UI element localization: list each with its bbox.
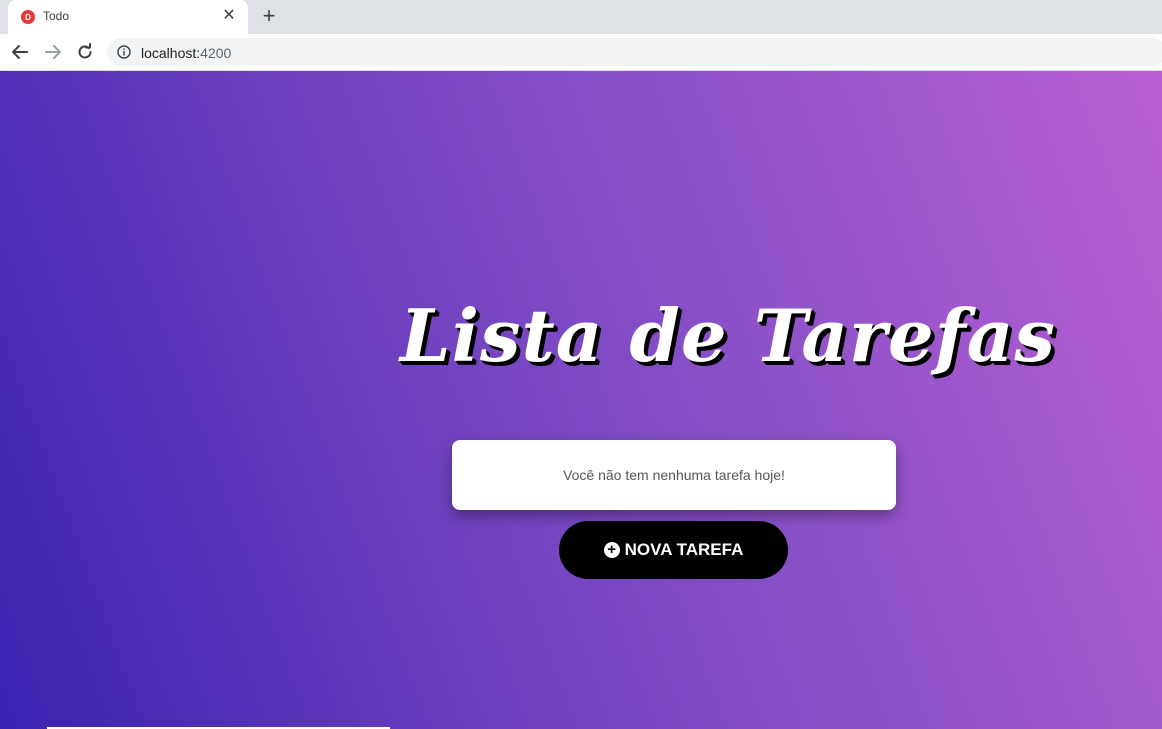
- tab-strip: D Todo ✕ +: [0, 0, 1162, 34]
- new-task-label: NOVA TAREFA: [624, 540, 744, 559]
- forward-button[interactable]: [41, 40, 65, 64]
- empty-message: Você não tem nenhuma tarefa hoje!: [563, 467, 785, 483]
- browser-toolbar: localhost:4200: [0, 34, 1162, 71]
- close-icon[interactable]: ✕: [220, 7, 238, 25]
- forward-arrow-icon: [45, 45, 61, 59]
- plus-circle-icon: +: [603, 542, 620, 558]
- tab-title: Todo: [43, 9, 70, 23]
- app-page: Lista de Tarefas Você não tem nenhuma ta…: [0, 71, 1162, 729]
- reload-button[interactable]: [73, 40, 97, 64]
- new-tab-button[interactable]: +: [258, 5, 280, 27]
- tab-todo[interactable]: D Todo ✕: [8, 0, 248, 34]
- new-task-button[interactable]: + NOVA TAREFA: [559, 521, 788, 579]
- address-bar[interactable]: localhost:4200: [107, 38, 1162, 66]
- reload-icon: [78, 43, 92, 59]
- url-port: 4200: [200, 45, 232, 61]
- page-title: Lista de Tarefas: [400, 293, 1056, 378]
- back-button[interactable]: [8, 40, 32, 64]
- url-host: localhost:: [141, 45, 201, 61]
- back-arrow-icon: [12, 45, 28, 59]
- info-icon[interactable]: [117, 45, 131, 59]
- url-text: localhost:4200: [141, 45, 231, 61]
- favicon-icon: D: [21, 10, 35, 24]
- task-list-card: Você não tem nenhuma tarefa hoje!: [452, 440, 896, 510]
